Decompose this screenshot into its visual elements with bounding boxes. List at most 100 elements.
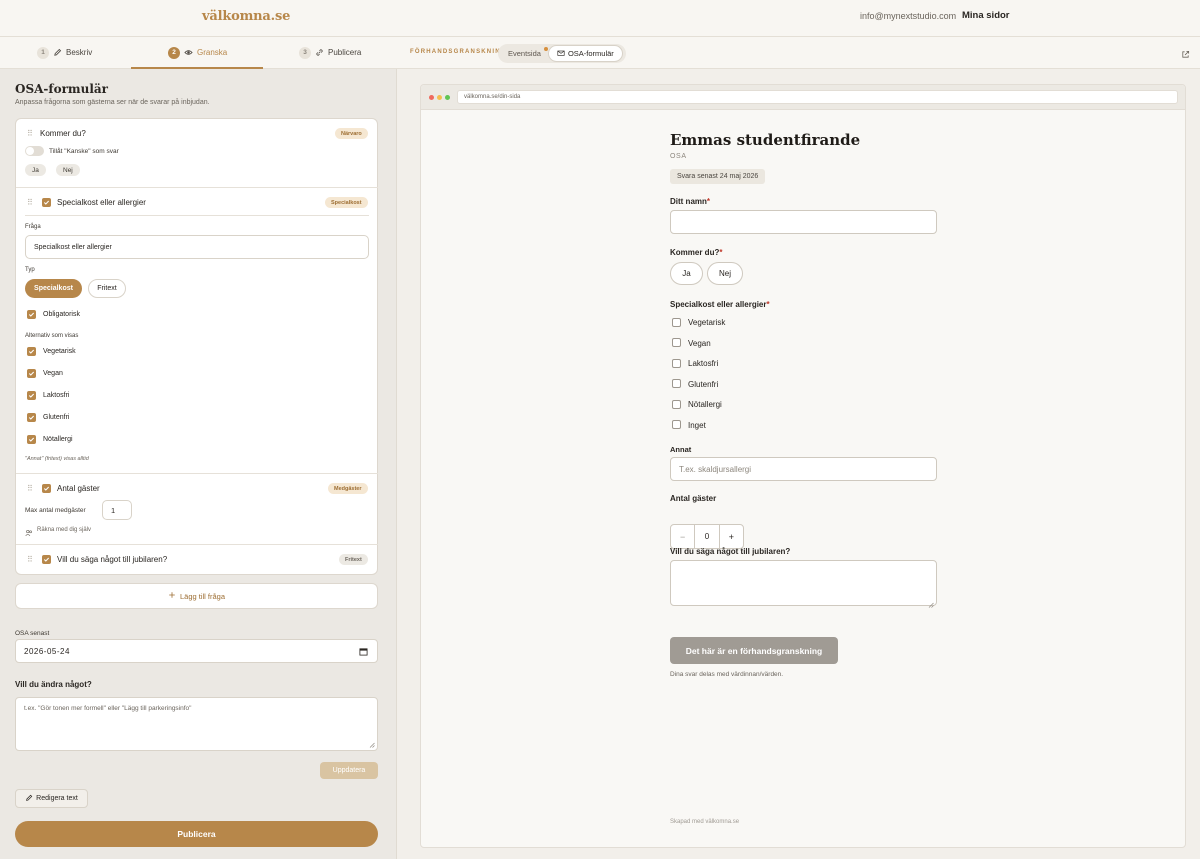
diet-checkbox[interactable] [672, 379, 681, 388]
diet-checkbox[interactable] [672, 420, 681, 429]
increment-button[interactable]: + [720, 525, 743, 548]
check-icon [43, 200, 50, 205]
divider [25, 215, 369, 216]
name-label: Ditt namn* [670, 197, 711, 206]
other-label: Annat [670, 445, 692, 454]
field-label: Typ [25, 267, 35, 273]
pencil-icon [53, 48, 62, 57]
field-label: Alternativ som visas [25, 333, 79, 339]
name-input[interactable] [670, 210, 937, 234]
divider [16, 473, 378, 474]
alternative-checkbox[interactable] [27, 391, 36, 400]
panel-subtitle: Anpassa frågorna som gästerna ser när de… [15, 99, 210, 106]
question-enabled-checkbox[interactable] [42, 555, 51, 564]
drag-handle-icon[interactable]: ⠿ [27, 485, 33, 493]
account-email: info@mynextstudio.com [860, 11, 957, 21]
logo[interactable]: välkomna.se [202, 9, 290, 24]
maybe-toggle[interactable] [25, 146, 44, 156]
deadline-badge: Svara senast 24 maj 2026 [670, 169, 766, 184]
diet-option-label: Vegetarisk [688, 318, 726, 327]
alternative-checkbox[interactable] [27, 347, 36, 356]
drag-handle-icon[interactable]: ⠿ [27, 130, 33, 138]
divider [16, 187, 378, 188]
deadline-date-input[interactable]: 2026-05-24 [15, 639, 378, 663]
option-chip-no: Nej [56, 164, 80, 176]
change-request-title: Vill du ändra något? [15, 680, 92, 689]
alternative-label: Laktosfri [43, 392, 70, 399]
top-header: välkomna.se info@mynextstudio.com Mina s… [0, 0, 1200, 37]
window-close-dot [429, 95, 434, 100]
resize-handle-icon[interactable] [369, 742, 375, 748]
address-bar: välkomna.se/din-sida [457, 90, 1178, 104]
message-textarea[interactable] [670, 560, 937, 608]
preview-panel: välkomna.se/din-sida Emmas studentfirand… [397, 69, 1200, 859]
status-badge: Medgäster [328, 483, 368, 494]
diet-option-label: Inget [688, 421, 706, 430]
step-describe[interactable]: 1 Beskriv [37, 37, 92, 68]
option-chip-yes: Ja [25, 164, 46, 176]
publish-button[interactable]: Publicera [15, 821, 378, 847]
browser-toolbar: välkomna.se/din-sida [421, 85, 1185, 110]
step-number: 2 [168, 46, 180, 59]
diet-option-label: Nötallergi [688, 400, 722, 409]
add-question-label: Lägg till fråga [179, 591, 226, 601]
alternative-label: Nötallergi [43, 436, 73, 443]
diet-checkbox[interactable] [672, 400, 681, 409]
field-label: Fråga [25, 224, 41, 230]
check-icon [28, 393, 35, 398]
edit-text-button[interactable]: Redigera text [15, 789, 88, 808]
deadline-value: 2026-05-24 [24, 646, 70, 656]
guests-stepper: − 0 + [670, 524, 744, 549]
guests-label: Antal gäster [670, 494, 717, 503]
required-checkbox[interactable] [27, 310, 36, 319]
notification-dot [543, 47, 548, 51]
textarea-placeholder: t.ex. "Gör tonen mer formell" eller "Läg… [24, 705, 192, 712]
type-free-text-button[interactable]: Fritext [88, 279, 126, 298]
diet-option-label: Glutenfri [688, 380, 719, 389]
update-button[interactable]: Uppdatera [320, 762, 378, 779]
status-badge: Fritext [339, 554, 368, 565]
change-request-textarea[interactable]: t.ex. "Gör tonen mer formell" eller "Läg… [15, 697, 378, 751]
step-review[interactable]: 2 Granska [168, 37, 227, 68]
edit-text-label: Redigera text [36, 795, 78, 802]
add-question-button[interactable]: Lägg till fråga [15, 583, 378, 609]
other-input[interactable]: T.ex. skaldjursallergi [670, 457, 937, 481]
question-label: Antal gäster [57, 484, 100, 493]
question-enabled-checkbox[interactable] [42, 198, 51, 207]
preview-submit-button[interactable]: Det här är en förhandsgranskning [670, 637, 838, 664]
window-minimize-dot [437, 95, 442, 100]
diet-option-label: Laktosfri [688, 359, 719, 368]
question-text-input[interactable]: Specialkost eller allergier [25, 235, 369, 259]
tab-event-page[interactable]: Eventsida [500, 46, 549, 61]
alternative-checkbox[interactable] [27, 413, 36, 422]
step-publish[interactable]: 3 Publicera [299, 37, 361, 68]
attend-label: Kommer du?* [670, 248, 723, 257]
diet-checkbox[interactable] [672, 318, 681, 327]
attend-yes-button[interactable]: Ja [670, 262, 703, 285]
tab-rsvp-form[interactable]: OSA-formulär [548, 46, 622, 61]
my-pages-link[interactable]: Mina sidor [962, 10, 1010, 21]
resize-handle-icon[interactable] [928, 597, 934, 608]
preview-label: FÖRHANDSGRANSKNING [410, 49, 507, 55]
diet-label: Specialkost eller allergier* [670, 300, 770, 309]
question-enabled-checkbox[interactable] [42, 484, 51, 493]
step-label: Beskriv [66, 48, 93, 57]
check-icon [28, 371, 35, 376]
message-label: Vill du säga något till jubilaren? [670, 547, 791, 556]
drag-handle-icon[interactable]: ⠿ [27, 556, 33, 564]
step-number: 1 [37, 46, 49, 59]
alternative-checkbox[interactable] [27, 435, 36, 444]
window-maximize-dot [445, 95, 450, 100]
diet-checkbox[interactable] [672, 359, 681, 368]
alternative-label: Glutenfri [43, 414, 70, 421]
external-link-icon[interactable] [1181, 48, 1190, 58]
pencil-icon [25, 794, 33, 804]
attend-no-button[interactable]: Nej [707, 262, 743, 285]
drag-handle-icon[interactable]: ⠿ [27, 199, 33, 207]
max-guests-input[interactable]: 1 [102, 500, 132, 520]
calendar-icon[interactable] [359, 647, 368, 656]
alternative-checkbox[interactable] [27, 369, 36, 378]
diet-checkbox[interactable] [672, 338, 681, 347]
type-special-diet-button[interactable]: Specialkost [25, 279, 82, 298]
decrement-button[interactable]: − [671, 525, 694, 548]
